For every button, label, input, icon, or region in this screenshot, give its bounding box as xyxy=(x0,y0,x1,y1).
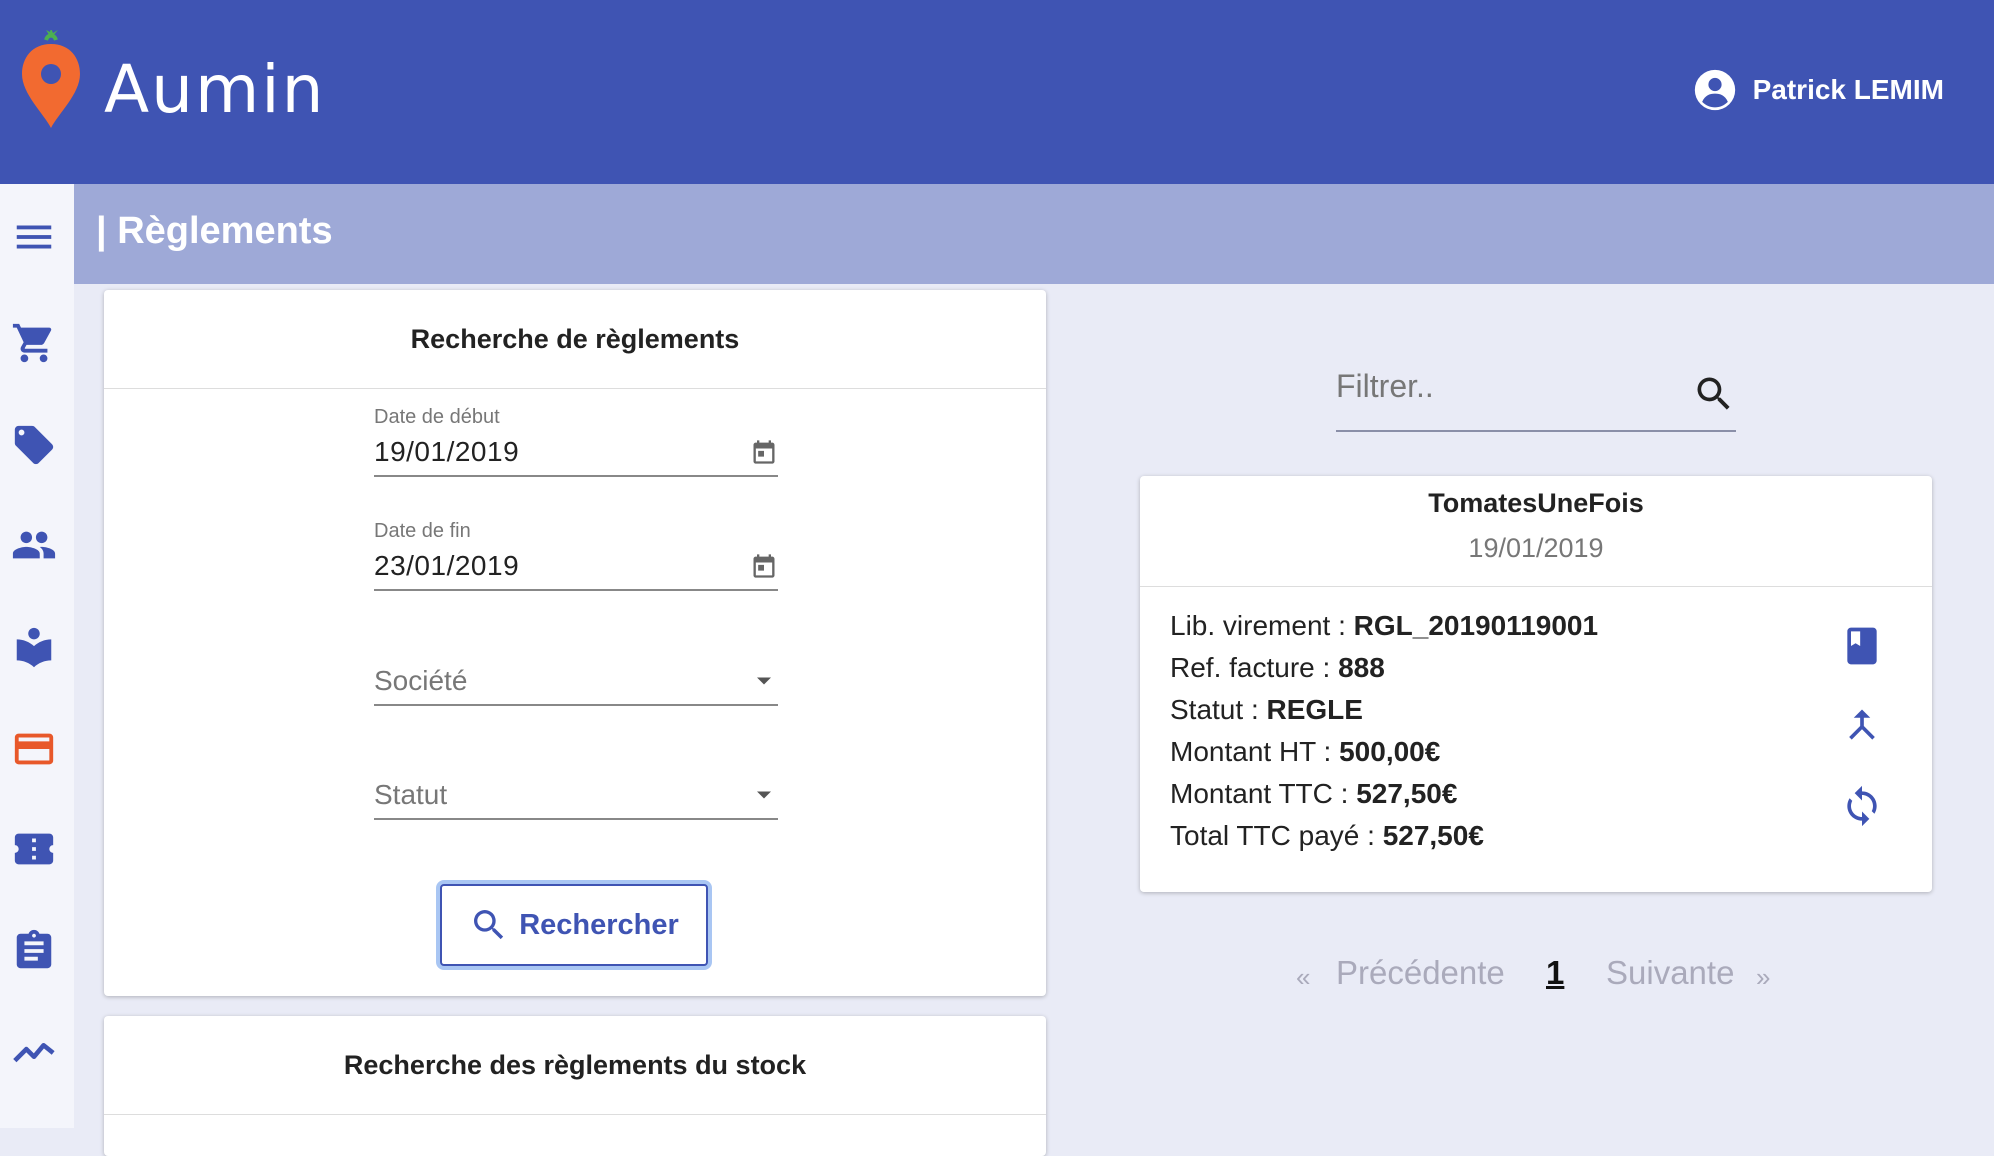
end-date-field: Date de fin 23/01/2019 xyxy=(374,520,778,591)
book-icon[interactable] xyxy=(11,624,57,670)
users-icon[interactable] xyxy=(11,522,57,568)
cart-icon[interactable] xyxy=(11,320,57,366)
info-lib-virement: Lib. virement : RGL_20190119001 xyxy=(1170,610,1599,641)
tag-icon[interactable] xyxy=(11,422,57,468)
calendar-icon[interactable] xyxy=(750,438,778,466)
end-date-input[interactable]: 23/01/2019 xyxy=(374,543,778,591)
statut-placeholder: Statut xyxy=(374,779,448,810)
brand-name: Aumin xyxy=(104,51,326,128)
page-title: | Règlements xyxy=(96,210,333,252)
chevron-down-icon xyxy=(757,677,771,685)
result-card-header: TomatesUneFois 19/01/2019 xyxy=(1140,476,1932,587)
clipboard-icon[interactable] xyxy=(11,928,57,974)
societe-select[interactable]: Société xyxy=(374,658,778,706)
pagination-prev-arrow: « xyxy=(1296,962,1311,992)
sync-icon[interactable] xyxy=(1840,784,1884,828)
pagination-next[interactable]: Suivante xyxy=(1606,954,1734,992)
search-icon xyxy=(474,910,504,940)
account-circle-icon xyxy=(1694,69,1735,111)
chevron-down-icon xyxy=(757,791,771,799)
sidebar xyxy=(0,184,74,1128)
stock-search-card: Recherche des règlements du stock xyxy=(104,1016,1046,1156)
calendar-icon[interactable] xyxy=(750,552,778,580)
credit-card-icon[interactable] xyxy=(11,726,57,772)
info-ref-facture: Ref. facture : 888 xyxy=(1170,652,1385,683)
pagination-next-arrow: » xyxy=(1756,962,1771,992)
search-button[interactable]: Rechercher xyxy=(440,884,708,966)
carrot-pin-logo-icon xyxy=(20,28,82,130)
result-date: 19/01/2019 xyxy=(1468,533,1604,563)
info-total-paye: Total TTC payé : 527,50€ xyxy=(1170,820,1484,851)
chart-line-icon[interactable] xyxy=(11,1028,57,1074)
pagination-prev[interactable]: Précédente xyxy=(1336,954,1505,992)
user-menu[interactable]: Patrick LEMIM xyxy=(1693,66,1944,114)
payment-result-card: TomatesUneFois 19/01/2019 Lib. virement … xyxy=(1140,476,1932,892)
start-date-field: Date de début 19/01/2019 xyxy=(374,406,778,477)
end-date-value: 23/01/2019 xyxy=(374,550,520,581)
start-date-value: 19/01/2019 xyxy=(374,436,520,467)
page-titlebar: | Règlements xyxy=(74,184,1994,284)
bookmark-icon[interactable] xyxy=(1840,624,1884,668)
start-date-label: Date de début xyxy=(374,406,500,428)
societe-placeholder: Société xyxy=(374,665,468,696)
info-montant-ttc: Montant TTC : 527,50€ xyxy=(1170,778,1458,809)
app-header: Aumin Patrick LEMIM xyxy=(0,0,1994,184)
info-montant-ht: Montant HT : 500,00€ xyxy=(1170,736,1441,767)
pagination-page-1[interactable]: 1 xyxy=(1546,954,1564,992)
merge-icon[interactable] xyxy=(1840,704,1884,748)
ticket-icon[interactable] xyxy=(11,826,57,872)
search-card: Recherche de règlements Date de début 19… xyxy=(104,290,1046,996)
statut-select[interactable]: Statut xyxy=(374,772,778,820)
search-card-title: Recherche de règlements xyxy=(104,290,1046,389)
end-date-label: Date de fin xyxy=(374,520,471,542)
info-statut: Statut : REGLE xyxy=(1170,694,1363,725)
filter-input[interactable]: Filtrer.. xyxy=(1336,362,1736,432)
start-date-input[interactable]: 19/01/2019 xyxy=(374,429,778,477)
filter-placeholder: Filtrer.. xyxy=(1336,368,1434,404)
stock-card-title: Recherche des règlements du stock xyxy=(104,1016,1046,1115)
menu-icon[interactable] xyxy=(11,214,57,260)
result-company: TomatesUneFois xyxy=(1428,488,1644,518)
search-icon[interactable] xyxy=(1692,372,1736,416)
user-name: Patrick LEMIM xyxy=(1752,74,1944,105)
search-button-label: Rechercher xyxy=(519,908,679,941)
